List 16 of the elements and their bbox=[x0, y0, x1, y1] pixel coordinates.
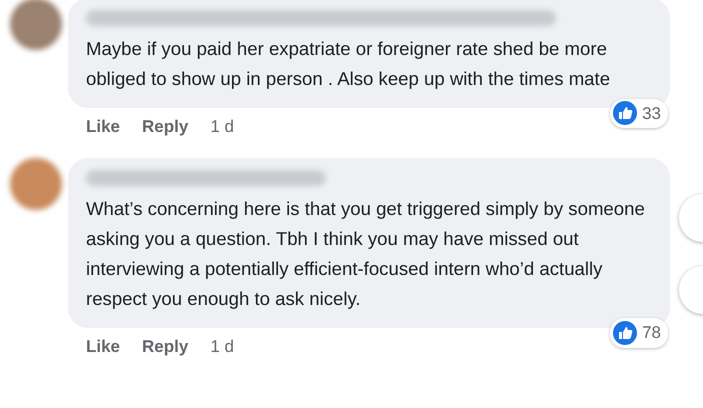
reaction-count: 78 bbox=[642, 322, 661, 344]
avatar[interactable] bbox=[10, 0, 62, 50]
comment-text: Maybe if you paid her expatriate or foreigner rate shed be more obliged to show up in person . Also keep up with the times mate bbox=[86, 37, 612, 91]
reaction-badge[interactable]: 78 bbox=[610, 318, 668, 348]
avatar[interactable] bbox=[10, 158, 62, 210]
reply-link[interactable]: Reply bbox=[142, 114, 188, 140]
like-link[interactable]: Like bbox=[86, 114, 120, 140]
timestamp[interactable]: 1 d bbox=[210, 114, 234, 140]
thumbs-up-icon bbox=[613, 101, 638, 126]
thumbs-up-icon bbox=[613, 320, 638, 345]
like-link[interactable]: Like bbox=[86, 334, 120, 359]
reaction-count: 33 bbox=[642, 102, 661, 124]
timestamp[interactable]: 1 d bbox=[210, 334, 234, 359]
comment-text: What’s concerning here is that you get triggered simply by someone asking you a question. Tbh I think you may have missed out interviewing a potentially efficient-focused intern who’d actually respect you enough to ask nicely. bbox=[86, 196, 646, 311]
reply-link[interactable]: Reply bbox=[142, 334, 188, 359]
reaction-badge[interactable]: 33 bbox=[610, 98, 668, 128]
